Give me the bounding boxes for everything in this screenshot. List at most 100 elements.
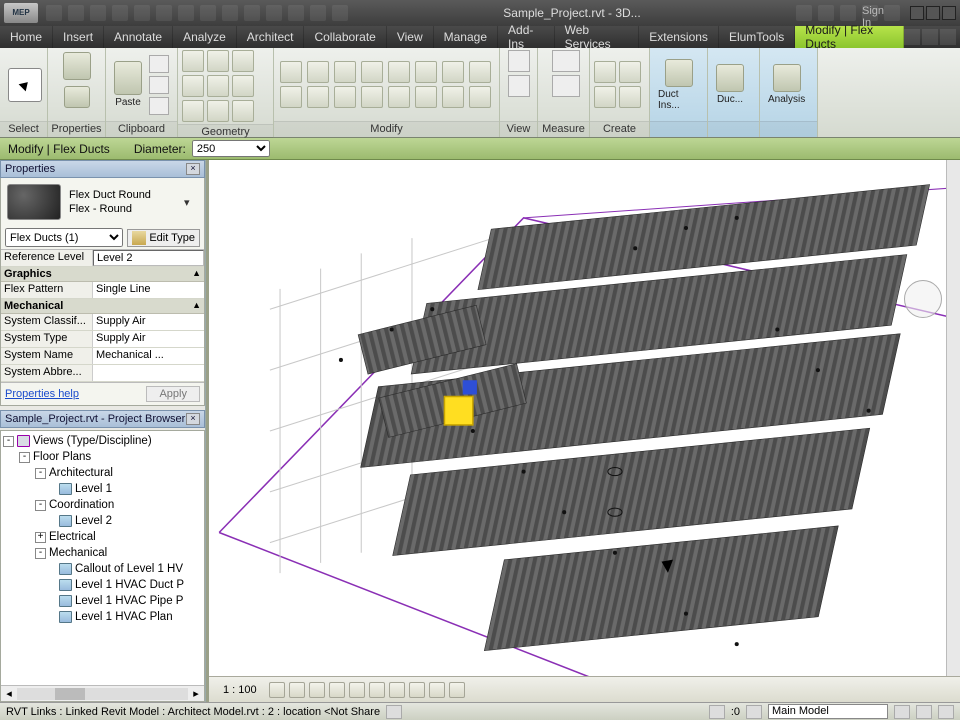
array-icon[interactable]	[307, 86, 329, 108]
qat-section-icon[interactable]	[266, 5, 282, 21]
view-hide-icon[interactable]	[508, 50, 530, 72]
ribbon-scroll-left-icon[interactable]	[904, 29, 920, 45]
analysis-button[interactable]: Analysis	[764, 62, 809, 107]
project-browser-tree[interactable]: -Views (Type/Discipline) -Floor Plans -A…	[1, 431, 204, 685]
detail-level-icon[interactable]	[269, 682, 285, 698]
tree-toggle[interactable]: -	[3, 436, 14, 447]
type-dropdown-icon[interactable]: ▾	[184, 196, 198, 209]
tree-toggle[interactable]: +	[35, 532, 46, 543]
demolish-icon[interactable]	[207, 100, 229, 122]
qat-text-icon[interactable]	[222, 5, 238, 21]
crop-region-icon[interactable]	[389, 682, 405, 698]
match-icon[interactable]	[149, 97, 169, 115]
prop-ref-level-value[interactable]: Level 2	[93, 250, 204, 266]
tab-manage[interactable]: Manage	[434, 26, 498, 48]
scale-icon[interactable]	[334, 86, 356, 108]
sun-path-icon[interactable]	[309, 682, 325, 698]
extend-icon[interactable]	[469, 86, 491, 108]
tree-hvacduct[interactable]: Level 1 HVAC Duct P	[75, 577, 184, 593]
diameter-select[interactable]: 250	[192, 140, 270, 157]
qat-sync-icon[interactable]	[90, 5, 106, 21]
tab-collaborate[interactable]: Collaborate	[304, 26, 386, 48]
favorite-icon[interactable]	[818, 5, 834, 21]
copy-mod-icon[interactable]	[415, 61, 437, 83]
qat-save-icon[interactable]	[68, 5, 84, 21]
delete-icon[interactable]	[415, 86, 437, 108]
minimize-button[interactable]	[910, 6, 924, 20]
mirror-draw-icon[interactable]	[361, 61, 383, 83]
tree-toggle[interactable]: -	[35, 548, 46, 559]
help-icon[interactable]	[884, 5, 900, 21]
browser-hscroll[interactable]: ◂▸	[1, 685, 204, 701]
status-btn-2[interactable]	[916, 705, 932, 719]
align-icon[interactable]	[280, 61, 302, 83]
create-parts-icon[interactable]	[619, 86, 641, 108]
paste-button[interactable]: Paste	[110, 59, 146, 110]
opening-icon[interactable]	[232, 100, 254, 122]
qat-undo-icon[interactable]	[112, 5, 128, 21]
qat-open-icon[interactable]	[46, 5, 62, 21]
qat-close-icon[interactable]	[310, 5, 326, 21]
tab-annotate[interactable]: Annotate	[104, 26, 173, 48]
tree-toggle[interactable]: -	[19, 452, 30, 463]
duct-lining-button[interactable]: Duc...	[712, 62, 748, 107]
search-icon[interactable]	[796, 5, 812, 21]
reveal-icon[interactable]	[449, 682, 465, 698]
design-options-combo[interactable]: Main Model	[768, 704, 888, 719]
tree-toggle[interactable]: -	[35, 500, 46, 511]
tree-floorplans[interactable]: Floor Plans	[33, 449, 91, 465]
tree-hvacplan[interactable]: Level 1 HVAC Plan	[75, 609, 173, 625]
move-icon[interactable]	[388, 61, 410, 83]
shadows-icon[interactable]	[329, 682, 345, 698]
dimension-icon[interactable]	[552, 75, 580, 97]
create-assembly-icon[interactable]	[594, 86, 616, 108]
editable-only-icon[interactable]	[709, 705, 725, 719]
prop-sys-abbr-value[interactable]	[93, 365, 204, 381]
rendering-icon[interactable]	[349, 682, 365, 698]
maximize-button[interactable]	[926, 6, 940, 20]
3d-viewport[interactable]: 1 : 100	[206, 160, 960, 702]
tab-home[interactable]: Home	[0, 26, 53, 48]
qat-switch-icon[interactable]	[332, 5, 348, 21]
filter-icon[interactable]	[746, 705, 762, 719]
tab-extensions[interactable]: Extensions	[639, 26, 719, 48]
mirror-axis-icon[interactable]	[334, 61, 356, 83]
tree-coordination[interactable]: Coordination	[49, 497, 114, 513]
properties-close-icon[interactable]: ×	[186, 163, 200, 175]
tree-level2c[interactable]: Level 2	[75, 513, 112, 529]
instance-filter-select[interactable]: Flex Ducts (1)	[5, 228, 123, 247]
paint-icon[interactable]	[182, 75, 204, 97]
prop-sys-type-value[interactable]: Supply Air	[93, 331, 204, 347]
crop-view-icon[interactable]	[369, 682, 385, 698]
offset-icon[interactable]	[307, 61, 329, 83]
create-similar-icon[interactable]	[594, 61, 616, 83]
rotate-icon[interactable]	[442, 61, 464, 83]
trim-icon[interactable]	[469, 61, 491, 83]
tree-hvacpipe[interactable]: Level 1 HVAC Pipe P	[75, 593, 183, 609]
tab-addins[interactable]: Add-Ins	[498, 26, 555, 48]
cut-icon[interactable]	[149, 55, 169, 73]
selection-grip[interactable]	[463, 380, 477, 394]
tree-architectural[interactable]: Architectural	[49, 465, 113, 481]
qat-3d-icon[interactable]	[244, 5, 260, 21]
edit-type-button[interactable]: Edit Type	[127, 229, 200, 247]
ribbon-minimize-icon[interactable]	[940, 29, 956, 45]
user-icon[interactable]	[840, 5, 856, 21]
type-properties-button[interactable]	[60, 84, 94, 110]
copy-icon[interactable]	[149, 76, 169, 94]
pin-icon[interactable]	[361, 86, 383, 108]
cut-geom-icon[interactable]	[207, 50, 229, 72]
tab-elumtools[interactable]: ElumTools	[719, 26, 795, 48]
status-btn-1[interactable]	[894, 705, 910, 719]
unpin-icon[interactable]	[388, 86, 410, 108]
tree-mechanical[interactable]: Mechanical	[49, 545, 107, 561]
properties-palette-header[interactable]: Properties ×	[0, 160, 205, 178]
wall-join-icon[interactable]	[232, 75, 254, 97]
prop-sys-name-value[interactable]: Mechanical ...	[93, 348, 204, 364]
view-box-icon[interactable]	[508, 75, 530, 97]
tab-webservices[interactable]: Web Services	[555, 26, 640, 48]
qat-print-icon[interactable]	[156, 5, 172, 21]
viewport-vscroll[interactable]	[946, 160, 960, 676]
cope-icon[interactable]	[182, 50, 204, 72]
navigation-compass[interactable]	[904, 280, 942, 318]
